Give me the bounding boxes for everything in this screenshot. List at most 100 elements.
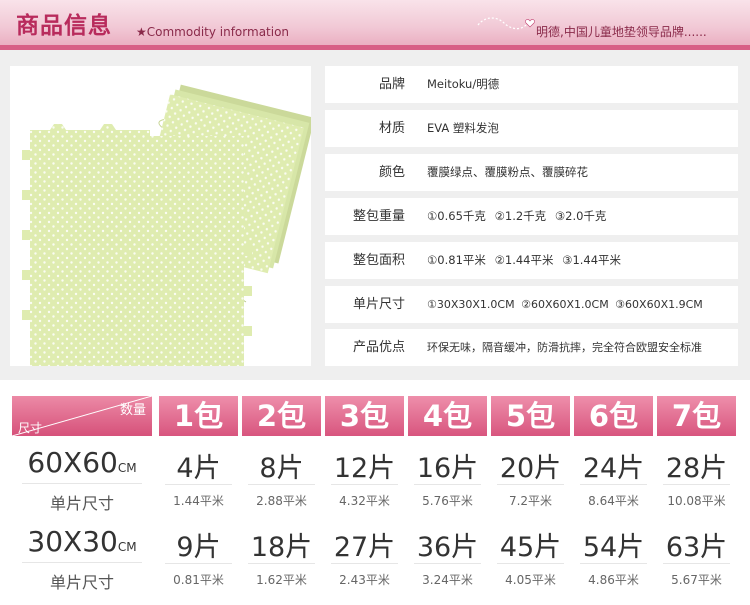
quantity-cell: 4片 1.44平米: [159, 440, 238, 515]
area-value: 2.43平米: [339, 573, 390, 587]
divider: [331, 484, 398, 485]
area-value: 2.88平米: [256, 494, 307, 508]
page-title: 商品信息: [16, 13, 112, 39]
area-value: 3.24平米: [422, 573, 473, 587]
quantity-cell: 9片 0.81平米: [159, 519, 238, 594]
quantity-cell: 8片 2.88平米: [242, 440, 321, 515]
size-value: 60X60: [27, 446, 118, 479]
spec-value: 环保无味，隔音缓冲，防滑抗摔，完全符合欧盟安全标准: [427, 341, 702, 354]
area-value: 4.32平米: [339, 494, 390, 508]
pack-header: 2包: [242, 396, 321, 436]
piece-count: 28片: [665, 453, 728, 484]
page-subtitle: ★Commodity information: [136, 25, 290, 39]
pack-header: 7包: [657, 396, 736, 436]
area-value: 4.86平米: [588, 573, 639, 587]
piece-count: 27片: [333, 532, 396, 563]
quantity-cell: 28片 10.08平米: [657, 440, 736, 515]
divider: [248, 563, 315, 564]
piece-count: 45片: [499, 532, 562, 563]
pack-header: 3包: [325, 396, 404, 436]
piece-count: 54片: [582, 532, 645, 563]
quantity-cell: 27片 2.43平米: [325, 519, 404, 594]
divider: [414, 563, 481, 564]
divider: [22, 483, 142, 484]
spec-row-size: 单片尺寸 ①30X30X1.0CM ②60X60X1.0CM ③60X60X1.…: [325, 286, 738, 323]
table-corner-header: 数量 尺寸: [12, 396, 152, 436]
spec-label: 颜色: [378, 165, 405, 180]
quantity-cell: 36片 3.24平米: [408, 519, 487, 594]
spec-value: Meitoku/明德: [427, 77, 500, 91]
divider: [22, 562, 142, 563]
piece-count: 36片: [416, 532, 479, 563]
area-value: 8.64平米: [588, 494, 639, 508]
quantity-cell: 18片 1.62平米: [242, 519, 321, 594]
divider: [165, 484, 232, 485]
pack-header: 1包: [159, 396, 238, 436]
piece-count: 8片: [259, 453, 304, 484]
area-value: 0.81平米: [173, 573, 224, 587]
divider: [663, 484, 730, 485]
mat-illustration: [22, 84, 315, 366]
spec-label: 品牌: [378, 77, 405, 92]
divider: [497, 563, 564, 564]
spec-value: EVA 塑料发泡: [427, 121, 499, 135]
size-cell-60: 60X60CM 单片尺寸: [12, 440, 152, 515]
area-value: 5.67平米: [671, 573, 722, 587]
area-value: 10.08平米: [667, 494, 726, 508]
size-unit: CM: [117, 461, 137, 475]
area-value: 5.76平米: [422, 494, 473, 508]
size-unit: CM: [117, 540, 137, 554]
divider: [248, 484, 315, 485]
spec-value: 覆膜绿点、覆膜粉点、覆膜碎花: [427, 165, 588, 179]
spec-value: ①30X30X1.0CM ②60X60X1.0CM ③60X60X1.9CM: [427, 298, 703, 311]
brand-slogan: 明德,中国儿童地垫领导品牌......: [536, 25, 707, 39]
header-banner: 商品信息 ★Commodity information 明德,中国儿童地垫领导品…: [0, 0, 750, 50]
quantity-cell: 63片 5.67平米: [657, 519, 736, 594]
spec-label: 材质: [378, 121, 405, 136]
piece-count: 12片: [333, 453, 396, 484]
pack-header: 4包: [408, 396, 487, 436]
divider: [414, 484, 481, 485]
piece-count: 9片: [176, 532, 221, 563]
spec-label: 整包重量: [352, 209, 405, 224]
pack-header: 5包: [491, 396, 570, 436]
spec-label: 产品优点: [352, 340, 405, 355]
area-value: 7.2平米: [508, 494, 553, 508]
quantity-cell: 20片 7.2平米: [491, 440, 570, 515]
corner-quantity-label: 数量: [119, 403, 146, 418]
area-value: 1.62平米: [256, 573, 307, 587]
spec-table: 品牌 Meitoku/明德 材质 EVA 塑料发泡 颜色 覆膜绿点、覆膜粉点、覆…: [325, 66, 738, 366]
quantity-cell: 16片 5.76平米: [408, 440, 487, 515]
piece-count: 20片: [499, 453, 562, 484]
divider: [497, 484, 564, 485]
pack-header: 6包: [574, 396, 653, 436]
divider: [663, 563, 730, 564]
divider: [580, 484, 647, 485]
piece-count: 63片: [665, 532, 728, 563]
spec-row-weight: 整包重量 ①0.65千克 ②1.2千克 ③2.0千克: [325, 198, 738, 235]
size-value: 30X30: [27, 525, 118, 558]
piece-count: 16片: [416, 453, 479, 484]
quantity-cell: 24片 8.64平米: [574, 440, 653, 515]
spec-value: ①0.81平米 ②1.44平米 ③1.44平米: [427, 253, 622, 267]
spec-row-area: 整包面积 ①0.81平米 ②1.44平米 ③1.44平米: [325, 242, 738, 279]
quantity-cell: 12片 4.32平米: [325, 440, 404, 515]
piece-count: 18片: [250, 532, 313, 563]
piece-count: 4片: [176, 453, 221, 484]
area-value: 1.44平米: [173, 494, 224, 508]
spec-row-advantages: 产品优点 环保无味，隔音缓冲，防滑抗摔，完全符合欧盟安全标准: [325, 329, 738, 366]
piece-count: 24片: [582, 453, 645, 484]
divider: [580, 563, 647, 564]
area-value: 4.05平米: [505, 573, 556, 587]
size-caption: 单片尺寸: [49, 494, 114, 513]
spec-value: ①0.65千克 ②1.2千克 ③2.0千克: [427, 209, 607, 223]
size-cell-30: 30X30CM 单片尺寸: [12, 519, 152, 594]
spec-label: 单片尺寸: [352, 297, 405, 312]
quantity-cell: 54片 4.86平米: [574, 519, 653, 594]
product-photo: [10, 66, 315, 366]
quantity-cell: 45片 4.05平米: [491, 519, 570, 594]
divider: [165, 563, 232, 564]
corner-size-label: 尺寸: [18, 421, 43, 435]
spec-row-brand: 品牌 Meitoku/明德: [325, 66, 738, 103]
spec-row-material: 材质 EVA 塑料发泡: [325, 110, 738, 147]
